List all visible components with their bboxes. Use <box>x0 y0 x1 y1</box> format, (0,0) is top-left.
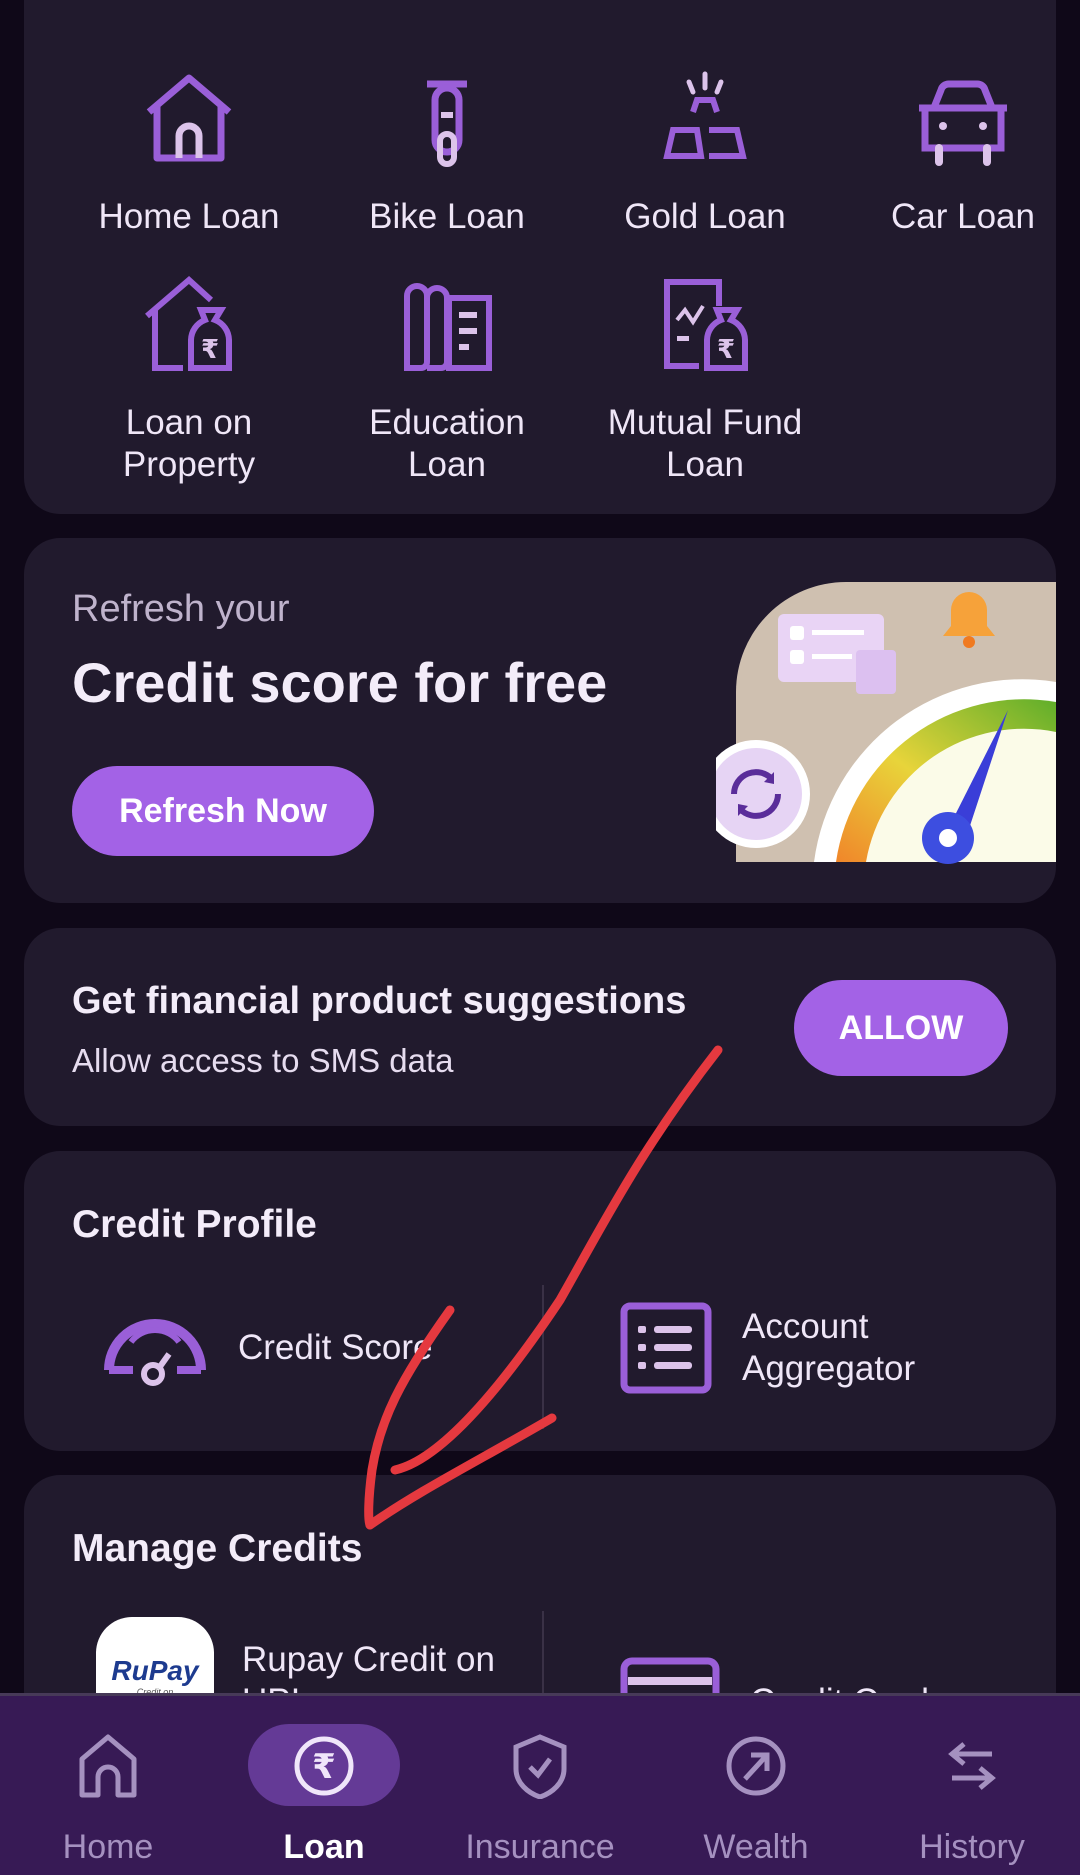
home-icon <box>68 1726 148 1806</box>
loan-item-bike[interactable]: Bike Loan <box>318 70 576 238</box>
loan-item-property[interactable]: ₹ Loan on Property <box>60 276 318 486</box>
loan-label: Gold Loan <box>624 197 786 236</box>
credit-score-label: Credit Score <box>238 1328 433 1367</box>
car-icon <box>919 80 1007 166</box>
loan-label: Loan on Property <box>122 403 256 484</box>
credit-gauge-illustration <box>716 582 1056 864</box>
nav-label: Home <box>62 1828 154 1866</box>
nav-wealth[interactable]: Wealth <box>648 1696 864 1875</box>
loan-label: Education Loan <box>369 403 525 484</box>
scooter-icon <box>427 80 467 167</box>
allow-button[interactable]: ALLOW <box>794 980 1008 1076</box>
credit-score-item[interactable]: Credit Score <box>100 1293 433 1403</box>
rupee-circle-icon: ₹ <box>284 1726 364 1806</box>
manage-credits-title: Manage Credits <box>72 1527 363 1570</box>
nav-insurance[interactable]: Insurance <box>432 1696 648 1875</box>
account-aggregator-item[interactable]: Account Aggregator <box>618 1293 915 1403</box>
nav-label: Loan <box>283 1828 365 1866</box>
house-money-bag-icon: ₹ <box>145 276 232 371</box>
divider <box>542 1285 544 1429</box>
nav-history[interactable]: History <box>864 1696 1080 1875</box>
banner-subtitle: Refresh your <box>72 588 290 630</box>
loan-label: Home Loan <box>98 197 280 236</box>
credit-profile-card: Credit Profile Credit Score Account Aggr… <box>24 1151 1056 1451</box>
sms-prompt-title: Get financial product suggestions <box>72 980 687 1022</box>
loan-label: Car Loan <box>891 197 1035 236</box>
loan-item-home[interactable]: Home Loan <box>60 70 318 238</box>
list-icon <box>618 1293 714 1403</box>
nav-loan[interactable]: ₹ Loan <box>216 1696 432 1875</box>
loan-types-card: Home Loan Bike Loan Gold Loan Car Loan ₹… <box>24 0 1056 514</box>
gold-bars-icon <box>663 71 747 159</box>
sms-permission-card: Get financial product suggestions Allow … <box>24 928 1056 1126</box>
swap-arrows-icon <box>932 1726 1012 1806</box>
speedometer-icon <box>100 1293 210 1403</box>
loan-item-mutual-fund[interactable]: ₹ Mutual Fund Loan <box>576 276 834 486</box>
refresh-now-button[interactable]: Refresh Now <box>72 766 374 856</box>
credit-profile-title: Credit Profile <box>72 1203 317 1246</box>
rupay-logo-text: RuPay <box>111 1655 199 1686</box>
loan-item-gold[interactable]: Gold Loan <box>576 70 834 238</box>
nav-label: History <box>919 1828 1025 1866</box>
credit-score-banner[interactable]: Refresh your Credit score for free Refre… <box>24 538 1056 903</box>
nav-label: Insurance <box>465 1828 615 1866</box>
bottom-navigation: Home ₹ Loan Insurance Wealth History <box>0 1693 1080 1875</box>
book-icon <box>404 283 492 371</box>
nav-home[interactable]: Home <box>0 1696 216 1875</box>
arrow-up-right-circle-icon <box>716 1726 796 1806</box>
nav-label: Wealth <box>703 1828 809 1866</box>
chart-money-bag-icon: ₹ <box>664 279 748 371</box>
sms-prompt-subtitle: Allow access to SMS data <box>72 1042 454 1079</box>
loan-label: Mutual Fund Loan <box>607 403 803 484</box>
loan-label: Bike Loan <box>369 197 525 236</box>
home-icon <box>146 74 232 162</box>
loan-item-car[interactable]: Car Loan <box>834 70 1080 238</box>
shield-check-icon <box>500 1726 580 1806</box>
svg-text:₹: ₹ <box>312 1747 336 1787</box>
svg-text:₹: ₹ <box>201 334 219 364</box>
banner-title: Credit score for free <box>72 651 608 714</box>
svg-text:₹: ₹ <box>717 334 735 364</box>
loan-item-education[interactable]: Education Loan <box>318 276 576 486</box>
account-aggregator-label: Account Aggregator <box>742 1307 916 1388</box>
